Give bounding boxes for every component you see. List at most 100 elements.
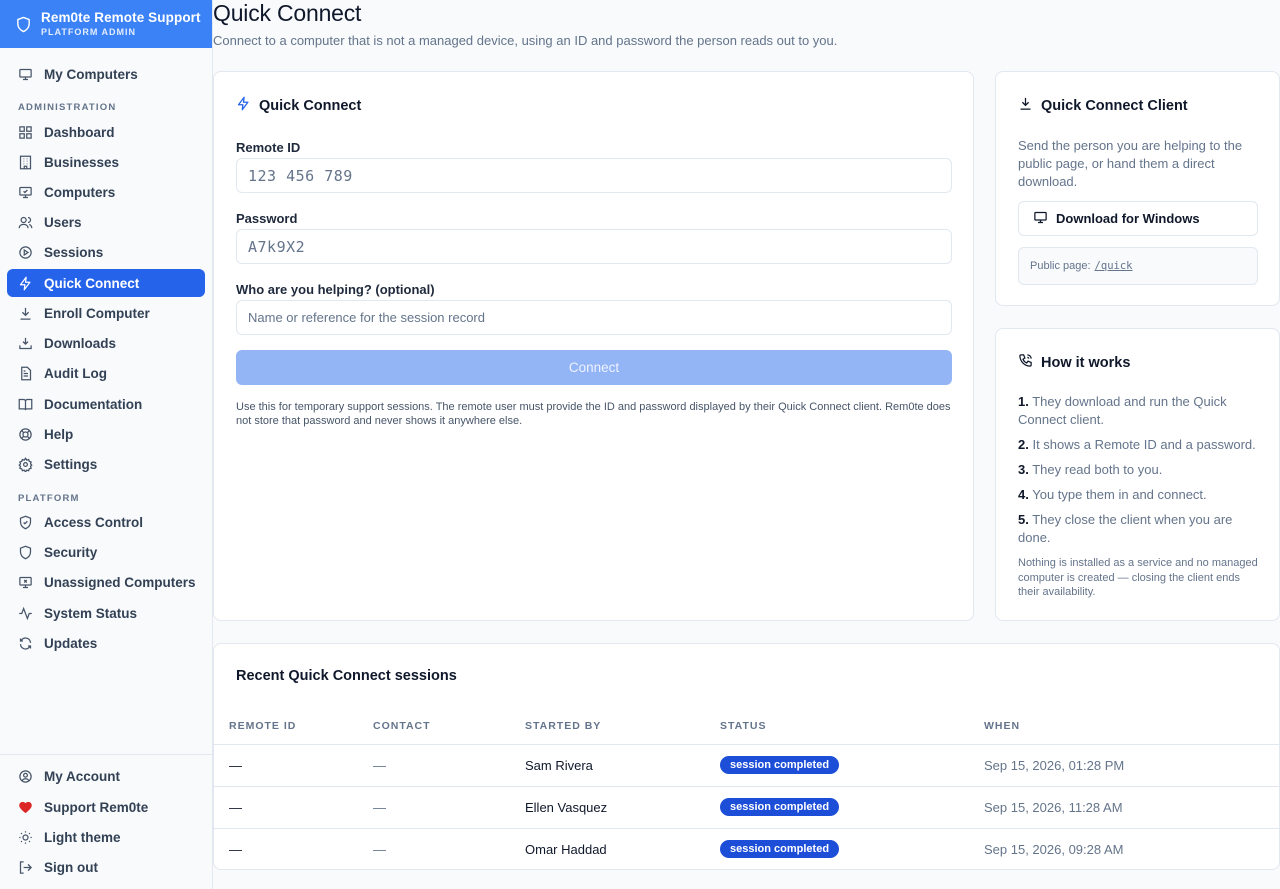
building-icon (17, 154, 33, 170)
remote-id-input[interactable] (236, 158, 952, 193)
sidebar-item-my-account[interactable]: My Account (7, 762, 205, 790)
sidebar-item-label: Settings (44, 456, 98, 472)
sidebar-item-audit-log[interactable]: Audit Log (7, 359, 205, 387)
sidebar-item-label: Sessions (44, 244, 104, 260)
table-row[interactable]: — — Omar Haddad session completed Sep 15… (214, 828, 1280, 870)
cell-started-by: Ellen Vasquez (525, 786, 720, 829)
cell-contact: — (373, 841, 386, 857)
sidebar-item-settings[interactable]: Settings (7, 450, 205, 478)
column-header: REMOTE ID (214, 708, 373, 745)
cell-remote-id: — (229, 841, 242, 857)
download-windows-label: Download for Windows (1056, 211, 1200, 226)
public-page-link[interactable]: /quick (1095, 260, 1133, 272)
sidebar-item-updates[interactable]: Updates (7, 629, 205, 657)
heart-icon (17, 799, 33, 815)
monitor-icon (1033, 210, 1048, 228)
table-row[interactable]: — — Sam Rivera session completed Sep 15,… (214, 744, 1280, 787)
file-text-icon (17, 365, 33, 381)
cell-when: Sep 15, 2026, 01:28 PM (984, 744, 1280, 787)
refresh-icon (17, 635, 33, 651)
list-item: 1. They download and run the Quick Conne… (1018, 394, 1227, 427)
lifebuoy-icon (17, 426, 33, 442)
sidebar-item-documentation[interactable]: Documentation (7, 390, 205, 418)
sidebar-item-label: Computers (44, 184, 116, 200)
sidebar-item-quick-connect[interactable]: Quick Connect (7, 269, 205, 297)
sidebar-item-access-control[interactable]: Access Control (7, 508, 205, 536)
sidebar-item-label: Sign out (44, 859, 98, 875)
cell-status: session completed (720, 786, 984, 829)
sidebar-item-computers[interactable]: Computers (7, 178, 205, 206)
sidebar-item-sessions[interactable]: Sessions (7, 238, 205, 266)
monitor-icon (17, 66, 33, 82)
recent-sessions-table: REMOTE ID CONTACT STARTED BY STATUS WHEN… (214, 708, 1280, 870)
password-label: Password (236, 211, 298, 226)
download-icon (17, 305, 33, 321)
cell-when: Sep 15, 2026, 09:28 AM (984, 841, 1124, 857)
sidebar-item-users[interactable]: Users (7, 208, 205, 236)
list-item: 4. You type them in and connect. (1018, 487, 1207, 502)
sidebar-item-sign-out[interactable]: Sign out (7, 853, 205, 881)
helping-input[interactable] (236, 300, 952, 335)
section-label-platform: PLATFORM (18, 493, 80, 504)
phone-icon (1018, 353, 1033, 372)
sidebar-item-downloads[interactable]: Downloads (7, 329, 205, 357)
list-item: 2. It shows a Remote ID and a password. (1018, 437, 1256, 452)
sidebar-item-unassigned-computers[interactable]: Unassigned Computers (7, 568, 205, 596)
how-card-title-text: How it works (1041, 354, 1131, 371)
user-circle-icon (17, 768, 33, 784)
zap-icon (236, 96, 251, 115)
how-card-title: How it works (1018, 353, 1130, 372)
monitor-x-icon (17, 574, 33, 590)
steps-list: 1. They download and run the Quick Conne… (1018, 393, 1263, 554)
download-icon (1018, 96, 1033, 115)
play-circle-icon (17, 244, 33, 260)
shield-check-icon (17, 514, 33, 530)
download-windows-button[interactable]: Download for Windows (1018, 201, 1258, 236)
table-row[interactable]: — — Ellen Vasquez session completed Sep … (214, 786, 1280, 829)
brand-title: Rem0te Remote Support (41, 9, 201, 25)
status-badge: session completed (720, 840, 840, 859)
sidebar-item-dashboard[interactable]: Dashboard (7, 118, 205, 146)
card-title: Quick Connect (236, 96, 361, 115)
sidebar-item-label: Unassigned Computers (44, 574, 196, 590)
grid-icon (17, 124, 33, 140)
sidebar-item-security[interactable]: Security (7, 538, 205, 566)
sidebar-item-help[interactable]: Help (7, 420, 205, 448)
sidebar-item-my-computers[interactable]: My Computers (7, 60, 205, 88)
connect-button[interactable]: Connect (236, 350, 952, 385)
client-card-title-text: Quick Connect Client (1041, 97, 1188, 114)
shield-logo-icon (14, 15, 32, 33)
shield-icon (17, 544, 33, 560)
help-text: Use this for temporary support sessions.… (236, 401, 951, 427)
public-page-label: Public page: (1030, 260, 1091, 272)
sidebar-item-label: System Status (44, 605, 138, 621)
password-input[interactable] (236, 229, 952, 264)
brand-header[interactable]: Rem0te Remote Support PLATFORM ADMIN (0, 0, 212, 48)
column-header: STATUS (720, 708, 984, 745)
sidebar-item-label: Security (44, 544, 98, 560)
sidebar-divider (0, 754, 213, 755)
cell-status: session completed (720, 744, 984, 787)
zap-icon (17, 275, 33, 291)
client-card-title: Quick Connect Client (1018, 96, 1188, 115)
sidebar-item-label: Audit Log (44, 365, 107, 381)
sidebar-item-businesses[interactable]: Businesses (7, 148, 205, 176)
status-badge: session completed (720, 756, 840, 774)
cell-remote-id: — (214, 744, 373, 787)
gear-icon (17, 456, 33, 472)
helping-label: Who are you helping? (optional) (236, 282, 435, 297)
column-header: WHEN (984, 708, 1280, 745)
sidebar-item-label: Users (44, 214, 82, 230)
cell-status: session completed (720, 828, 984, 870)
sidebar-item-light-theme[interactable]: Light theme (7, 823, 205, 851)
table-header-row: REMOTE ID CONTACT STARTED BY STATUS WHEN (214, 708, 1280, 745)
sidebar-item-label: Businesses (44, 154, 120, 170)
sidebar-item-label: Updates (44, 635, 98, 651)
sidebar-item-support[interactable]: Support Rem0te (7, 793, 205, 821)
activity-icon (17, 605, 33, 621)
client-card: Quick Connect Client Send the person you… (995, 71, 1280, 306)
sidebar-item-enroll-computer[interactable]: Enroll Computer (7, 299, 205, 327)
sidebar-item-system-status[interactable]: System Status (7, 599, 205, 627)
recent-title: Recent Quick Connect sessions (236, 668, 457, 684)
sidebar-item-label: Enroll Computer (44, 305, 150, 321)
